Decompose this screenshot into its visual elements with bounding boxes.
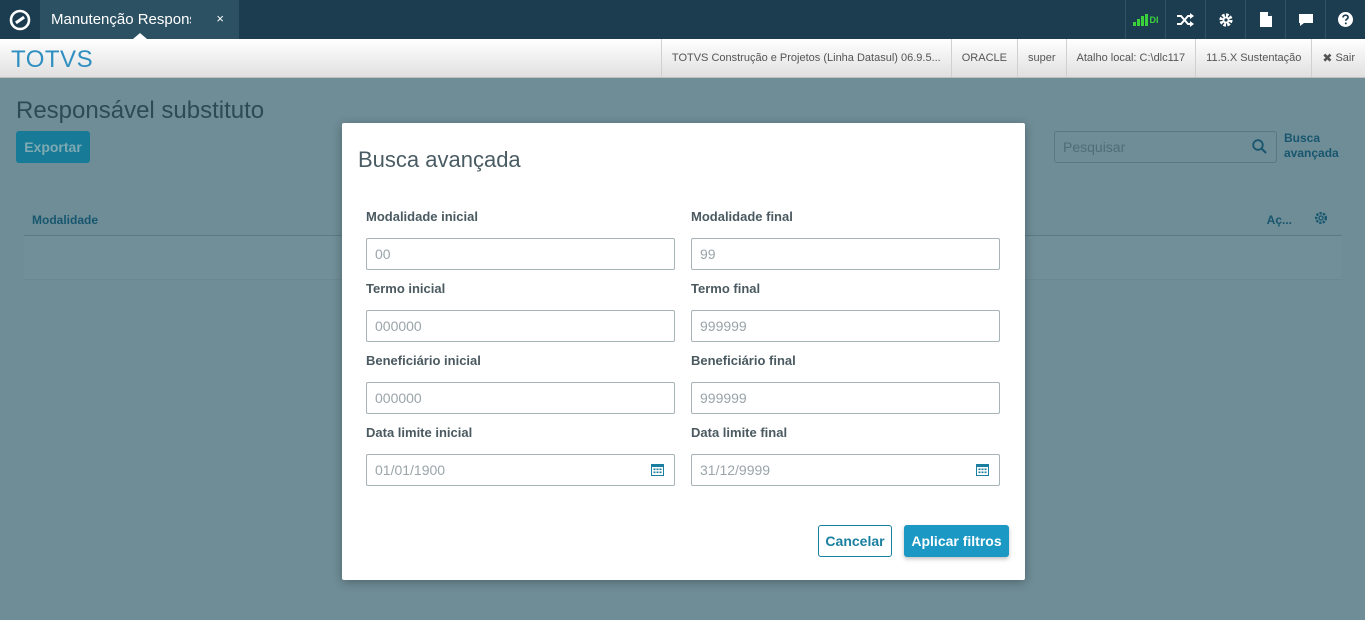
date-value: 01/01/1900 bbox=[375, 462, 446, 478]
beneficiario-final-field: Beneficiário final 999999 bbox=[691, 353, 1000, 414]
document-icon[interactable] bbox=[1245, 0, 1285, 39]
product-info: TOTVS Construção e Projetos (Linha Datas… bbox=[660, 39, 951, 77]
chat-icon[interactable] bbox=[1285, 0, 1325, 39]
column-header-acoes: Aç... bbox=[1266, 213, 1292, 227]
modal-title: Busca avançada bbox=[358, 147, 521, 172]
totvs-logo-icon[interactable] bbox=[0, 0, 39, 39]
tab-label: Manutenção Responsável bbox=[51, 11, 191, 28]
page-title: Responsável substituto bbox=[16, 97, 265, 124]
data-limite-final-field: Data limite final 31/12/9999 bbox=[691, 425, 1000, 486]
brand-logo: TOTVS bbox=[11, 46, 94, 73]
beneficiario-inicial-field: Beneficiário inicial 000000 bbox=[366, 353, 675, 414]
help-icon[interactable] bbox=[1325, 0, 1365, 39]
calendar-icon[interactable] bbox=[651, 463, 664, 476]
modalidade-inicial-input[interactable]: 00 bbox=[366, 238, 675, 270]
modalidade-final-field: Modalidade final 99 bbox=[691, 209, 1000, 270]
data-limite-inicial-input[interactable]: 01/01/1900 bbox=[366, 454, 675, 486]
close-icon[interactable]: × bbox=[216, 11, 224, 26]
modalidade-inicial-field: Modalidade inicial 00 bbox=[366, 209, 675, 270]
header-bar: TOTVS TOTVS Construção e Projetos (Linha… bbox=[0, 39, 1365, 78]
exit-button[interactable]: ✖ Sair bbox=[1311, 39, 1365, 77]
field-label: Data limite final bbox=[691, 425, 788, 440]
column-header-modalidade[interactable]: Modalidade bbox=[32, 213, 98, 227]
data-limite-inicial-field: Data limite inicial 01/01/1900 bbox=[366, 425, 675, 486]
shortcut-info: Atalho local: C:\dlc117 bbox=[1065, 39, 1196, 77]
field-label: Modalidade inicial bbox=[366, 209, 478, 224]
field-label: Beneficiário final bbox=[691, 353, 796, 368]
shuffle-icon[interactable] bbox=[1165, 0, 1205, 39]
termo-inicial-field: Termo inicial 000000 bbox=[366, 281, 675, 342]
beneficiario-inicial-input[interactable]: 000000 bbox=[366, 382, 675, 414]
termo-final-input[interactable]: 999999 bbox=[691, 310, 1000, 342]
top-bar: Manutenção Responsável × DI bbox=[0, 0, 1365, 39]
search-input[interactable]: Pesquisar bbox=[1054, 131, 1277, 163]
modalidade-final-input[interactable]: 99 bbox=[691, 238, 1000, 270]
field-label: Termo inicial bbox=[366, 281, 446, 296]
tab-manutencao[interactable]: Manutenção Responsável × bbox=[40, 0, 239, 39]
apply-filters-button[interactable]: Aplicar filtros bbox=[904, 525, 1009, 557]
field-label: Data limite inicial bbox=[366, 425, 473, 440]
data-limite-final-input[interactable]: 31/12/9999 bbox=[691, 454, 1000, 486]
signal-label: DI bbox=[1149, 14, 1159, 25]
cancel-button[interactable]: Cancelar bbox=[818, 525, 892, 557]
gear-icon[interactable] bbox=[1205, 0, 1245, 39]
exit-label: Sair bbox=[1335, 52, 1355, 64]
termo-final-field: Termo final 999999 bbox=[691, 281, 1000, 342]
field-label: Beneficiário inicial bbox=[366, 353, 481, 368]
export-button[interactable]: Exportar bbox=[16, 131, 90, 163]
search-icon[interactable] bbox=[1252, 139, 1267, 154]
connection-signal-icon[interactable]: DI bbox=[1125, 0, 1165, 39]
version-info: 11.5.X Sustentação bbox=[1195, 39, 1311, 77]
user-info: super bbox=[1017, 39, 1066, 77]
date-value: 31/12/9999 bbox=[700, 462, 771, 478]
calendar-icon[interactable] bbox=[976, 463, 989, 476]
advanced-search-link[interactable]: Busca avançada bbox=[1284, 131, 1344, 161]
field-label: Modalidade final bbox=[691, 209, 793, 224]
advanced-search-modal: Busca avançada Modalidade inicial 00 Mod… bbox=[342, 123, 1025, 580]
beneficiario-final-input[interactable]: 999999 bbox=[691, 382, 1000, 414]
search-placeholder: Pesquisar bbox=[1063, 139, 1126, 155]
gear-icon[interactable] bbox=[1314, 211, 1328, 225]
database-info: ORACLE bbox=[950, 39, 1017, 77]
termo-inicial-input[interactable]: 000000 bbox=[366, 310, 675, 342]
field-label: Termo final bbox=[691, 281, 761, 296]
close-icon: ✖ bbox=[1322, 51, 1333, 65]
